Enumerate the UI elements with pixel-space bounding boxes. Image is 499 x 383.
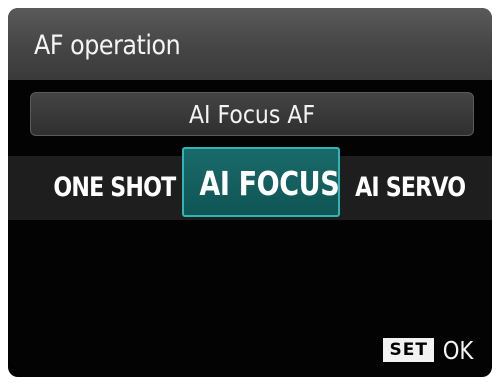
option-ai-focus-label: AI FOCUS bbox=[199, 164, 340, 203]
option-one-shot[interactable]: ONE SHOT bbox=[40, 156, 184, 220]
set-button-badge: SET bbox=[383, 338, 434, 362]
camera-menu-screen: AF operation AI Focus AF ONE SHOT AI FOC… bbox=[8, 8, 492, 377]
af-option-strip: ONE SHOT AI FOCUS AI SERVO bbox=[8, 147, 492, 220]
page-title: AF operation bbox=[34, 30, 181, 61]
current-mode-bar: AI Focus AF bbox=[30, 92, 474, 136]
menu-header: AF operation bbox=[8, 8, 492, 80]
option-ai-servo[interactable]: AI SERVO bbox=[342, 156, 478, 220]
option-one-shot-label: ONE SHOT bbox=[53, 172, 176, 203]
set-ok-button[interactable]: SET OK bbox=[383, 335, 476, 365]
option-ai-focus[interactable]: AI FOCUS bbox=[182, 147, 340, 217]
current-mode-label: AI Focus AF bbox=[188, 100, 316, 129]
option-ai-servo-label: AI SERVO bbox=[354, 172, 466, 203]
ok-label: OK bbox=[442, 335, 474, 365]
